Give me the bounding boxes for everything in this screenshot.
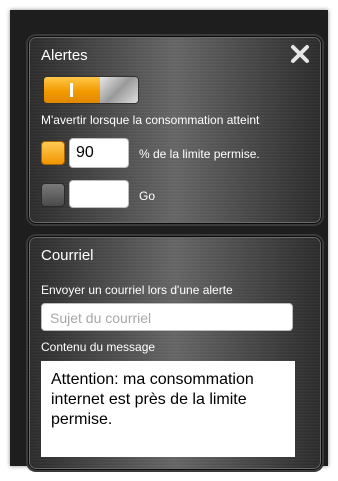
percent-checkbox[interactable]: [41, 141, 65, 165]
go-checkbox[interactable]: [41, 183, 65, 207]
subject-input[interactable]: Sujet du courriel: [41, 303, 293, 331]
notify-label: M'avertir lorsque la consommation attein…: [41, 113, 260, 127]
message-textarea[interactable]: Attention: ma consommation internet est …: [41, 361, 295, 457]
go-input[interactable]: [69, 180, 129, 208]
toggle-on-indicator-icon: [70, 83, 73, 97]
email-title: Courriel: [41, 247, 94, 264]
toggle-knob[interactable]: [100, 77, 138, 103]
percent-input[interactable]: 90: [69, 138, 129, 168]
alerts-toggle[interactable]: [43, 76, 139, 104]
percent-label: % de la limite permise.: [139, 147, 260, 161]
content-label: Contenu du message: [41, 340, 156, 354]
send-email-label: Envoyer un courriel lors d'une alerte: [41, 283, 233, 297]
close-icon[interactable]: [289, 43, 311, 65]
app-frame: Alertes M'avertir lorsque la consommatio…: [10, 10, 328, 470]
alerts-title: Alertes: [41, 47, 88, 64]
alerts-panel: Alertes M'avertir lorsque la consommatio…: [28, 36, 322, 224]
email-panel: Courriel Envoyer un courriel lors d'une …: [28, 236, 322, 470]
go-label: Go: [139, 189, 156, 203]
